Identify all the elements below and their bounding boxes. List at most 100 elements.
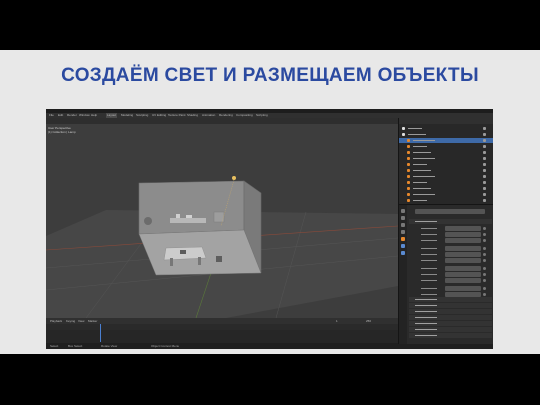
object-icon	[407, 145, 410, 148]
outliner-row[interactable]	[399, 198, 493, 203]
table-leg	[198, 257, 201, 265]
tool-tab-icon[interactable]	[401, 209, 405, 213]
keyframe-icon[interactable]	[483, 239, 486, 242]
object-icon	[407, 181, 410, 184]
value-input[interactable]	[445, 278, 481, 283]
outliner-row-label	[413, 188, 431, 189]
timeline-ruler	[46, 324, 398, 330]
section-title	[415, 221, 437, 222]
visibility-icon[interactable]	[483, 151, 486, 154]
transform-field[interactable]	[409, 252, 492, 257]
status-rotate-view: Rotate View	[101, 344, 118, 348]
outliner-row-label	[413, 140, 435, 141]
keyframe-icon[interactable]	[483, 279, 486, 282]
keyframe-icon[interactable]	[483, 273, 486, 276]
field-label	[421, 288, 437, 289]
object-name-field[interactable]	[409, 209, 492, 214]
scene-tab-icon[interactable]	[401, 230, 405, 234]
value-input[interactable]	[445, 246, 481, 251]
light-object	[232, 176, 236, 180]
properties-panel[interactable]	[398, 204, 493, 344]
section-motion-paths[interactable]	[409, 321, 492, 326]
visibility-icon[interactable]	[483, 175, 486, 178]
outliner-row[interactable]	[399, 162, 493, 167]
field-label	[421, 294, 437, 295]
outliner-panel[interactable]	[398, 118, 493, 204]
outliner-row[interactable]	[399, 144, 493, 149]
section-viewport-display[interactable]	[409, 333, 492, 338]
field-label	[421, 268, 437, 269]
modifier-tab-icon[interactable]	[401, 244, 405, 248]
value-input[interactable]	[445, 272, 481, 277]
value-input[interactable]	[445, 226, 481, 231]
transform-field[interactable]	[409, 286, 492, 291]
shelf	[170, 218, 206, 223]
outliner-row[interactable]	[399, 168, 493, 173]
outliner-row[interactable]	[399, 138, 493, 143]
value-input[interactable]	[445, 252, 481, 257]
section-delta-transform[interactable]	[409, 297, 492, 302]
outliner-row[interactable]	[399, 186, 493, 191]
outliner-row[interactable]	[399, 156, 493, 161]
value-input[interactable]	[445, 238, 481, 243]
keyframe-icon[interactable]	[483, 259, 486, 262]
transform-field[interactable]	[409, 272, 492, 277]
keyframe-icon[interactable]	[483, 293, 486, 296]
visibility-icon[interactable]	[483, 139, 486, 142]
transform-field[interactable]	[409, 266, 492, 271]
visibility-icon[interactable]	[483, 193, 486, 196]
transform-field[interactable]	[409, 232, 492, 237]
object-icon	[407, 169, 410, 172]
constraint-tab-icon[interactable]	[401, 251, 405, 255]
visibility-icon[interactable]	[483, 127, 486, 130]
keyframe-icon[interactable]	[483, 233, 486, 236]
transform-field[interactable]	[409, 278, 492, 283]
transform-field[interactable]	[409, 238, 492, 243]
transform-section-header[interactable]	[409, 219, 492, 224]
keyframe-icon[interactable]	[483, 287, 486, 290]
transform-field[interactable]	[409, 258, 492, 263]
visibility-icon[interactable]	[483, 157, 486, 160]
visibility-icon[interactable]	[483, 199, 486, 202]
visibility-icon[interactable]	[483, 133, 486, 136]
visibility-icon[interactable]	[483, 181, 486, 184]
outliner-row[interactable]	[399, 150, 493, 155]
object-icon	[407, 187, 410, 190]
section-collections[interactable]	[409, 309, 492, 314]
outliner-row-label	[413, 200, 427, 201]
output-tab-icon[interactable]	[401, 223, 405, 227]
section-visibility[interactable]	[409, 327, 492, 332]
playhead[interactable]	[100, 324, 101, 342]
field-label	[421, 228, 437, 229]
value-input[interactable]	[445, 266, 481, 271]
visibility-icon[interactable]	[483, 163, 486, 166]
object-icon	[407, 193, 410, 196]
visibility-icon[interactable]	[483, 169, 486, 172]
outliner-row[interactable]	[399, 126, 493, 131]
value-input[interactable]	[445, 232, 481, 237]
object-tab-icon[interactable]	[401, 237, 405, 241]
keyframe-icon[interactable]	[483, 247, 486, 250]
outliner-row[interactable]	[399, 180, 493, 185]
field-label	[421, 254, 437, 255]
transform-field[interactable]	[409, 226, 492, 231]
section-relations[interactable]	[409, 303, 492, 308]
3d-viewport[interactable]: User Perspective (1) Collection | Lamp	[46, 118, 398, 318]
outliner-row[interactable]	[399, 192, 493, 197]
outliner-row[interactable]	[399, 132, 493, 137]
keyframe-icon[interactable]	[483, 253, 486, 256]
visibility-icon[interactable]	[483, 145, 486, 148]
outliner-row-label	[413, 164, 427, 165]
render-tab-icon[interactable]	[401, 216, 405, 220]
outliner-row[interactable]	[399, 174, 493, 179]
visibility-icon[interactable]	[483, 187, 486, 190]
keyframe-icon[interactable]	[483, 267, 486, 270]
keyframe-icon[interactable]	[483, 227, 486, 230]
transform-field[interactable]	[409, 246, 492, 251]
object-1	[176, 214, 180, 218]
object-name-input[interactable]	[415, 209, 485, 214]
value-input[interactable]	[445, 258, 481, 263]
section-title	[415, 299, 437, 300]
section-instancing[interactable]	[409, 315, 492, 320]
value-input[interactable]	[445, 286, 481, 291]
